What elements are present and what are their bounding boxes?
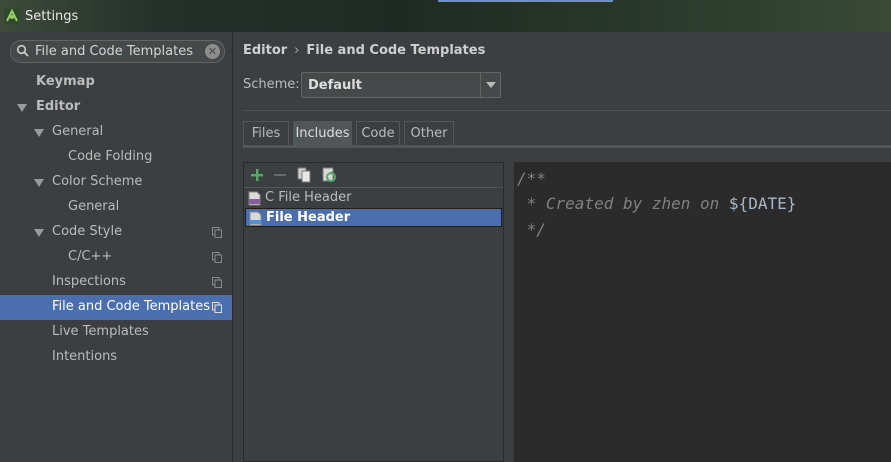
breadcrumb: Editor › File and Code Templates (243, 43, 485, 58)
file-icon (249, 211, 262, 226)
project-scope-icon (212, 227, 222, 238)
template-name: File Header (266, 210, 351, 225)
code-line-3: */ (517, 220, 546, 239)
sidebar-item-intentions[interactable]: Intentions (0, 345, 232, 370)
template-item-file-header[interactable]: File Header (245, 208, 502, 227)
search-icon[interactable] (16, 44, 30, 58)
sidebar-item-editor[interactable]: Editor (0, 95, 232, 120)
template-list-panel: C File Header File Header (243, 162, 504, 462)
scheme-dropdown[interactable]: Default (301, 72, 501, 98)
breadcrumb-separator: › (294, 43, 300, 58)
sidebar-item-label: Code Style (52, 224, 123, 239)
expand-arrow-icon[interactable] (34, 129, 44, 137)
expand-arrow-icon[interactable] (17, 104, 27, 112)
expand-arrow-icon[interactable] (34, 179, 44, 187)
sidebar-item-label: Code Folding (68, 149, 153, 164)
search-value: File and Code Templates (35, 44, 193, 59)
sidebar-item-label: General (68, 199, 120, 214)
expand-arrow-icon[interactable] (34, 229, 44, 237)
sidebar-item-label: Intentions (52, 349, 118, 364)
tab-files[interactable]: Files (243, 121, 289, 146)
sidebar-item-file-and-code-templates[interactable]: File and Code Templates (0, 295, 232, 320)
template-editor[interactable]: /** * Created by zhen on ${DATE} */ (514, 162, 891, 462)
settings-sidebar: File and Code Templates ✕ Keymap Editor … (0, 32, 233, 462)
sidebar-item-general[interactable]: General (0, 120, 232, 145)
date-variable: ${DATE} (728, 194, 797, 213)
divider (243, 110, 891, 111)
breadcrumb-parent: Editor (243, 43, 288, 58)
code-line-1: /** (517, 169, 546, 188)
project-scope-icon (212, 277, 222, 288)
template-toolbar (244, 163, 503, 188)
c-file-icon (248, 191, 261, 206)
sidebar-item-label: C/C++ (68, 249, 113, 264)
sidebar-item-inspections[interactable]: Inspections (0, 270, 232, 295)
sidebar-item-keymap[interactable]: Keymap (0, 70, 232, 95)
tab-underline (243, 145, 891, 148)
code-line-2-text: * Created by zhen on (517, 194, 729, 213)
settings-main-panel: Editor › File and Code Templates Scheme: D… (234, 32, 891, 462)
sidebar-item-cpp[interactable]: C/C++ (0, 245, 232, 270)
scheme-value: Default (308, 78, 362, 93)
template-name: C File Header (265, 190, 352, 205)
tab-includes[interactable]: Includes (293, 121, 352, 146)
chevron-down-icon[interactable] (480, 73, 500, 97)
android-studio-icon (4, 8, 20, 24)
window-title: Settings (25, 9, 79, 24)
sidebar-item-label: Live Templates (52, 324, 149, 339)
tab-code[interactable]: Code (356, 121, 400, 146)
sidebar-item-color-scheme-general[interactable]: General (0, 195, 232, 220)
breadcrumb-current: File and Code Templates (306, 43, 486, 58)
sidebar-item-code-folding[interactable]: Code Folding (0, 145, 232, 170)
settings-search-input[interactable]: File and Code Templates ✕ (10, 40, 225, 63)
sidebar-item-label: File and Code Templates (52, 299, 210, 314)
project-scope-icon (212, 302, 222, 313)
sidebar-item-label: General (52, 124, 104, 139)
project-scope-icon (212, 252, 222, 263)
clear-search-icon[interactable]: ✕ (205, 44, 220, 59)
remove-icon[interactable] (271, 166, 289, 184)
sidebar-item-code-style[interactable]: Code Style (0, 220, 232, 245)
sidebar-item-live-templates[interactable]: Live Templates (0, 320, 232, 345)
window-title-bar[interactable]: Settings (0, 0, 891, 32)
code-line-2: * Created by zhen on ${DATE} (517, 194, 797, 213)
sidebar-item-label: Color Scheme (52, 174, 143, 189)
reset-icon[interactable] (320, 166, 338, 184)
copy-icon[interactable] (295, 166, 313, 184)
sidebar-item-label: Editor (36, 99, 81, 114)
title-bar-accent (438, 0, 613, 2)
sidebar-item-color-scheme[interactable]: Color Scheme (0, 170, 232, 195)
sidebar-item-label: Keymap (36, 74, 95, 89)
template-item-c-file-header[interactable]: C File Header (245, 189, 502, 208)
tab-other[interactable]: Other (404, 121, 454, 146)
scheme-label: Scheme: (243, 77, 300, 92)
add-icon[interactable] (248, 166, 266, 184)
sidebar-item-label: Inspections (52, 274, 126, 289)
